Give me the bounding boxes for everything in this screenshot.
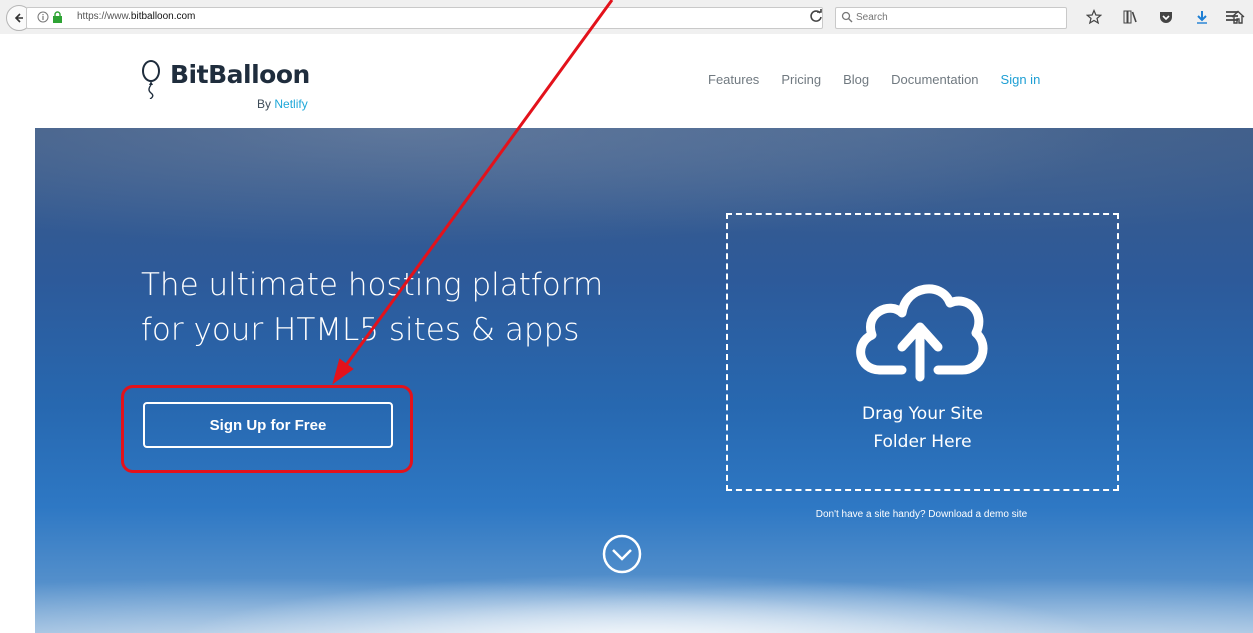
download-icon[interactable] — [1193, 8, 1211, 26]
hero-title-line2: for your HTML5 sites & apps — [141, 312, 580, 348]
logo-by-brand: Netlify — [274, 97, 308, 111]
url-domain: bitballoon.com — [130, 11, 196, 22]
search-input[interactable] — [856, 10, 1056, 24]
hero-title: The ultimate hosting platform for your H… — [141, 263, 603, 353]
nav-sign-in[interactable]: Sign in — [1001, 72, 1041, 87]
annotation-highlight-box — [121, 385, 413, 473]
reload-icon[interactable] — [808, 8, 824, 24]
logo-by: By Netlify — [257, 97, 308, 111]
nav-documentation[interactable]: Documentation — [891, 72, 978, 87]
info-icon[interactable] — [37, 11, 49, 23]
hero-title-line1: The ultimate hosting platform — [141, 267, 604, 303]
url-bar[interactable]: https://www.bitballoon.com — [26, 7, 823, 29]
pocket-icon[interactable] — [1157, 8, 1175, 26]
demo-site-link[interactable]: Don't have a site handy? Download a demo… — [727, 509, 1116, 520]
back-arrow-icon — [14, 13, 23, 23]
dropzone-line1: Drag Your Site — [861, 404, 984, 424]
lock-icon — [53, 11, 62, 23]
search-bar[interactable] — [835, 7, 1067, 29]
hero-section: The ultimate hosting platform for your H… — [35, 128, 1253, 633]
logo-by-prefix: By — [257, 97, 272, 111]
search-icon — [841, 11, 853, 23]
url-prefix: https://www. — [77, 11, 131, 22]
url-text[interactable]: https://www.bitballoon.com — [77, 11, 195, 22]
dropzone-line2: Folder Here — [873, 432, 972, 452]
hero-clouds — [35, 553, 1253, 633]
chevron-down-icon[interactable] — [601, 533, 643, 575]
site-nav: Features Pricing Blog Documentation Sign… — [708, 72, 1062, 87]
site-header: BitBalloon By Netlify Features Pricing B… — [0, 34, 1253, 128]
nav-blog[interactable]: Blog — [843, 72, 869, 87]
logo-text: BitBalloon — [170, 60, 310, 89]
star-icon[interactable] — [1085, 8, 1103, 26]
library-icon[interactable] — [1121, 8, 1139, 26]
hamburger-icon[interactable] — [1224, 8, 1240, 24]
dropzone-text: Drag Your Site Folder Here — [728, 400, 1117, 456]
site-dropzone[interactable]: Drag Your Site Folder Here — [726, 213, 1119, 491]
nav-features[interactable]: Features — [708, 72, 759, 87]
browser-toolbar: https://www.bitballoon.com — [0, 0, 1253, 35]
nav-pricing[interactable]: Pricing — [781, 72, 821, 87]
cloud-upload-icon — [856, 284, 988, 382]
balloon-logo-icon — [142, 60, 160, 99]
